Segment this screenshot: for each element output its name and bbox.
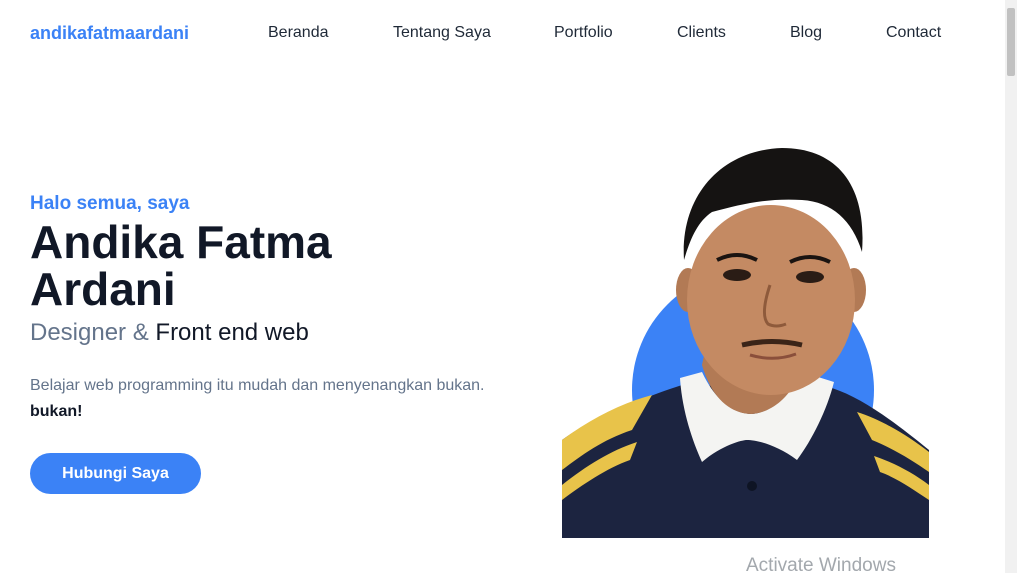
profile-illustration bbox=[562, 148, 929, 538]
nav-link-beranda[interactable]: Beranda bbox=[268, 24, 329, 42]
nav-link-blog[interactable]: Blog bbox=[790, 24, 822, 42]
scrollbar-thumb[interactable] bbox=[1007, 8, 1015, 76]
profile-photo bbox=[562, 140, 929, 538]
activate-windows-watermark: Activate Windows bbox=[746, 555, 896, 576]
nav-link-tentang-saya[interactable]: Tentang Saya bbox=[393, 24, 491, 42]
nav-link-portfolio[interactable]: Portfolio bbox=[554, 24, 613, 42]
hero-greeting: Halo semua, saya bbox=[30, 193, 190, 214]
hero-description-text: Belajar web programming itu mudah dan me… bbox=[30, 377, 485, 394]
hero-name: Andika Fatma Ardani bbox=[30, 216, 332, 315]
navbar: andikafatmaardani Beranda Tentang Saya P… bbox=[0, 0, 1005, 68]
hero-role-prefix: Designer & bbox=[30, 319, 149, 346]
nav-link-contact[interactable]: Contact bbox=[886, 24, 941, 42]
hero-role: Designer & Front end web bbox=[30, 319, 309, 347]
nav-link-clients[interactable]: Clients bbox=[677, 24, 726, 42]
page-scrollbar[interactable] bbox=[1005, 0, 1017, 573]
nav-links: Beranda Tentang Saya Portfolio Clients B… bbox=[0, 24, 1005, 48]
contact-button[interactable]: Hubungi Saya bbox=[30, 453, 201, 494]
hero-description: Belajar web programming itu mudah dan me… bbox=[30, 373, 510, 425]
hero-role-main: Front end web bbox=[155, 319, 309, 346]
hero-description-bold: bukan! bbox=[30, 403, 83, 420]
